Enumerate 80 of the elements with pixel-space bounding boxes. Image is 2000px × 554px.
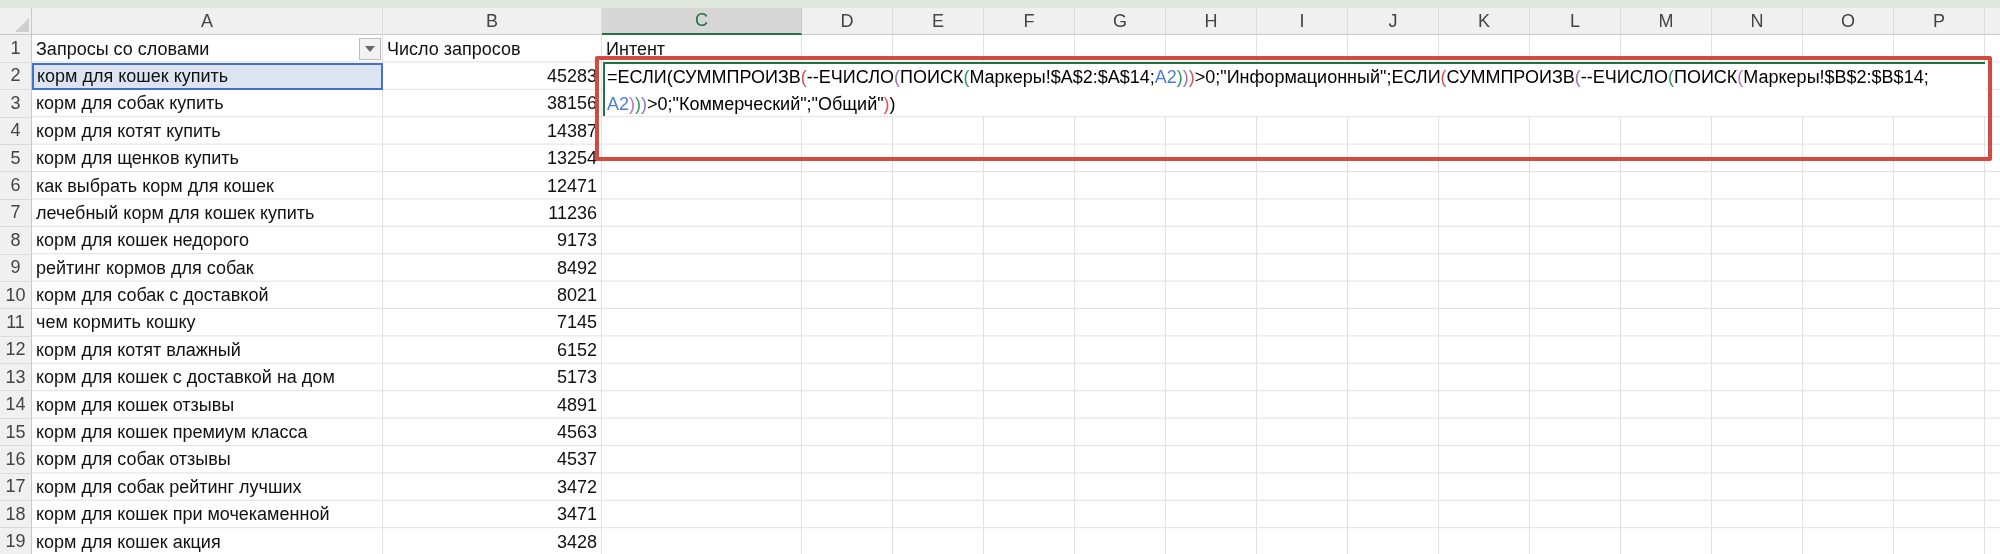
table-cell[interactable]: корм для кошек премиум класса [32,418,383,447]
table-cell[interactable]: 4537 [383,446,602,474]
table-cell[interactable]: 3471 [383,501,602,529]
table-cell[interactable]: 13254 [383,144,602,173]
table-cell[interactable]: корм для собак отзывы [32,446,383,474]
table-cell[interactable]: корм для кошек отзывы [32,391,383,419]
row-header[interactable]: 10 [0,281,32,310]
row-header[interactable]: 14 [0,391,32,419]
table-cell[interactable]: корм для кошек купить [32,62,383,91]
table-cell[interactable]: 4563 [383,418,602,447]
column-header[interactable]: I [1257,8,1348,35]
table-cell[interactable]: корм для собак купить [32,90,383,118]
table-cell[interactable]: 14387 [383,117,602,145]
table-cell[interactable]: корм для собак с доставкой [32,281,383,310]
table-cell[interactable]: корм для кошек при мочекаменной [32,501,383,529]
table-cell[interactable]: 8492 [383,254,602,282]
table-cell[interactable]: корм для собак рейтинг лучших [32,473,383,502]
row-header[interactable]: 9 [0,254,32,282]
table-cell[interactable]: 45283 [383,62,602,91]
column-header[interactable]: K [1439,8,1530,35]
row-header[interactable]: 13 [0,364,32,392]
caret-icon [365,46,375,53]
row-header[interactable]: 15 [0,418,32,447]
row-header[interactable]: 1 [0,35,32,63]
table-cell[interactable]: 12471 [383,172,602,200]
table-cell[interactable]: корм для щенков купить [32,144,383,173]
table-cell[interactable]: корм для кошек недорого [32,227,383,255]
table-cell[interactable]: корм для кошек с доставкой на дом [32,364,383,392]
row-header[interactable]: 7 [0,199,32,228]
select-all-corner[interactable] [0,8,32,35]
column-header[interactable]: N [1712,8,1803,35]
column-header[interactable]: G [1075,8,1166,35]
column-header[interactable]: A [32,8,383,35]
column-header[interactable]: M [1621,8,1712,35]
column-header[interactable]: H [1166,8,1257,35]
table-cell[interactable]: 9173 [383,227,602,255]
row-header[interactable]: 3 [0,90,32,118]
row-header[interactable]: 19 [0,528,32,554]
table-cell[interactable]: 7145 [383,309,602,337]
table-cell[interactable]: 3472 [383,473,602,502]
column-header[interactable]: P [1894,8,1985,35]
table-cell[interactable]: как выбрать корм для кошек [32,172,383,200]
table-cell[interactable]: 38156 [383,90,602,118]
row-header[interactable]: 12 [0,336,32,365]
row-header[interactable]: 4 [0,117,32,145]
row-header[interactable]: 16 [0,446,32,474]
column-header[interactable]: F [984,8,1075,35]
table-cell[interactable]: 8021 [383,281,602,310]
column-header[interactable]: D [802,8,893,35]
formula-text[interactable]: =ЕСЛИ(СУММПРОИЗВ(--ЕЧИСЛО(ПОИСК(Маркеры!$A$2:$A$14;A2)))>0;"Информационный";ЕСЛИ(СУММПРОИЗВ(--ЕЧИСЛО(ПОИСК(Маркеры!$B$2:$B$14; A2)))>0;"Коммерческий";"Общий")) [607,64,1985,118]
row-header[interactable]: 5 [0,144,32,173]
select-all-icon[interactable] [15,18,29,32]
row-header[interactable]: 8 [0,227,32,255]
table-cell[interactable]: рейтинг кормов для собак [32,254,383,282]
table-cell[interactable]: 11236 [383,199,602,228]
column-header[interactable]: O [1803,8,1894,35]
column-header[interactable]: B [383,8,602,35]
column-header[interactable] [1985,8,2000,35]
filter-button[interactable] [359,38,381,61]
column-header[interactable]: C [602,8,802,35]
table-cell[interactable]: корм для котят купить [32,117,383,145]
table-cell[interactable]: 3428 [383,528,602,554]
table-cell[interactable]: 4891 [383,391,602,419]
header-cell-text: Запросы со словами [36,37,210,61]
row-header[interactable]: 18 [0,501,32,529]
column-header[interactable]: L [1530,8,1621,35]
table-cell[interactable]: корм для котят влажный [32,336,383,365]
table-cell[interactable]: лечебный корм для кошек купить [32,199,383,228]
row-header[interactable]: 17 [0,473,32,502]
header-cell-text: Интент [606,37,666,61]
table-cell[interactable]: корм для кошек акция [32,528,383,554]
table-cell[interactable]: 6152 [383,336,602,365]
header-cell-text: Число запросов [387,37,521,61]
row-header[interactable]: 11 [0,309,32,337]
row-header[interactable]: 2 [0,62,32,91]
table-cell[interactable]: 5173 [383,364,602,392]
table-cell[interactable]: чем кормить кошку [32,309,383,337]
column-header[interactable]: J [1348,8,1439,35]
row-header[interactable]: 6 [0,172,32,200]
column-header[interactable]: E [893,8,984,35]
